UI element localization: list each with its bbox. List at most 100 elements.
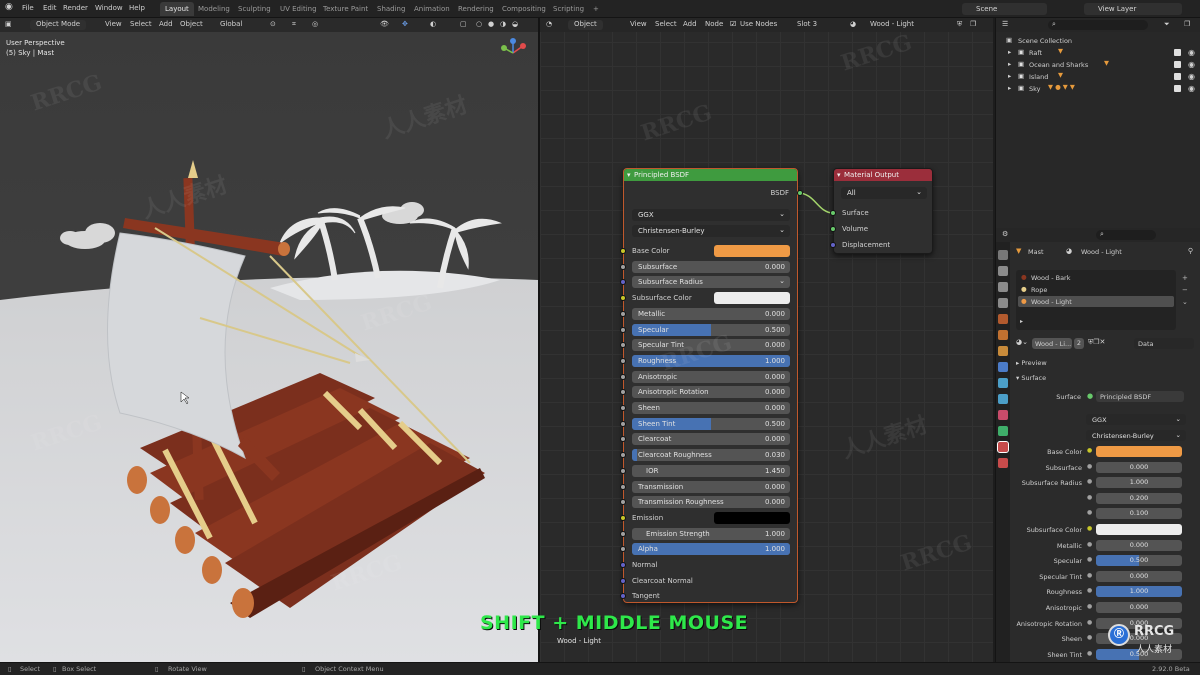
snap-icon[interactable]: ⌗: [292, 20, 296, 30]
proportional-edit-icon[interactable]: ◎: [312, 20, 318, 30]
input-socket[interactable]: [620, 452, 626, 459]
expand-arrow-icon[interactable]: ▸: [1020, 318, 1023, 325]
input-socket[interactable]: [620, 279, 626, 286]
menu-window[interactable]: Window: [95, 4, 123, 12]
tab-uv-editing[interactable]: UV Editing: [275, 2, 322, 16]
editor-type-icon[interactable]: ▣: [5, 20, 12, 30]
value-slider[interactable]: Alpha 1.000: [632, 543, 790, 556]
value-slider[interactable]: Transmission Roughness 0.000: [632, 496, 790, 509]
exclude-checkbox[interactable]: [1174, 85, 1181, 92]
add-workspace-button[interactable]: +: [588, 2, 604, 16]
viewport-menu-select[interactable]: Select: [130, 20, 152, 30]
subsurface-method-dropdown[interactable]: Christensen-Burley ⌄: [632, 225, 790, 237]
material-slot-active[interactable]: ● Wood - Light: [1018, 296, 1174, 307]
pin-icon[interactable]: ⚲: [1188, 247, 1193, 255]
value-slider[interactable]: 1.000: [1096, 586, 1182, 598]
material-slot[interactable]: ● Rope: [1018, 284, 1174, 295]
properties-type-icon[interactable]: ⚙: [1002, 230, 1008, 240]
expand-arrow-icon[interactable]: ▸: [1008, 60, 1011, 68]
input-socket[interactable]: [620, 593, 626, 600]
input-socket[interactable]: [620, 436, 626, 443]
material-sphere-icon[interactable]: ◕: [850, 20, 856, 30]
outliner-item[interactable]: ▸ ▣ Sky ▼ ● ▼ ▼ ◉: [996, 83, 1200, 95]
view-layer-selector[interactable]: View Layer: [1084, 3, 1182, 15]
input-socket[interactable]: [620, 295, 626, 302]
color-swatch[interactable]: [714, 511, 790, 524]
world-tab-icon[interactable]: [998, 330, 1008, 340]
blender-logo-icon[interactable]: ◉: [5, 2, 13, 12]
node-menu-add[interactable]: Add: [683, 20, 697, 30]
output-node-title[interactable]: ▾ Material Output: [834, 169, 932, 181]
properties-search-input[interactable]: ⌕: [1096, 230, 1156, 240]
physics-tab-icon[interactable]: [998, 394, 1008, 404]
object-tab-icon[interactable]: [998, 346, 1008, 356]
navigation-gizmo[interactable]: [498, 38, 528, 68]
menu-help[interactable]: Help: [129, 4, 145, 12]
shading-wire-icon[interactable]: ○: [476, 20, 482, 30]
outliner-item[interactable]: ▸ ▣ Raft ▼ ◉: [996, 47, 1200, 59]
value-slider[interactable]: Anisotropic 0.000: [632, 370, 790, 383]
overlays-icon[interactable]: ◐: [430, 20, 436, 30]
tab-compositing[interactable]: Compositing: [497, 2, 551, 16]
value-slider[interactable]: 0.100: [1096, 508, 1182, 520]
tab-shading[interactable]: Shading: [372, 2, 410, 16]
value-slider[interactable]: 1.000: [1096, 477, 1182, 489]
gizmo-icon[interactable]: ✥: [402, 20, 408, 30]
value-slider[interactable]: 0.500: [1096, 555, 1182, 567]
collapse-arrow-icon[interactable]: ▾: [837, 171, 841, 179]
outliner-type-icon[interactable]: ☰: [1002, 20, 1008, 30]
output-tab-icon[interactable]: [998, 282, 1008, 292]
copy-material-icon[interactable]: ❐: [970, 20, 976, 30]
particles-tab-icon[interactable]: [998, 378, 1008, 388]
exclude-checkbox[interactable]: [1174, 73, 1181, 80]
value-slider[interactable]: 0.200: [1096, 492, 1182, 504]
node-menu-select[interactable]: Select: [655, 20, 677, 30]
input-socket[interactable]: [620, 248, 626, 254]
value-slider[interactable]: Metallic 0.000: [632, 307, 790, 320]
user-count[interactable]: 2: [1074, 338, 1084, 349]
surface-input-socket[interactable]: [830, 210, 836, 216]
link-dropdown[interactable]: Data: [1134, 338, 1194, 349]
tab-texture-paint[interactable]: Texture Paint: [318, 2, 373, 16]
value-slider[interactable]: 0.000: [1096, 461, 1182, 473]
color-swatch[interactable]: [1096, 446, 1182, 457]
value-slider[interactable]: Subsurface 0.000: [632, 260, 790, 273]
shading-solid-icon[interactable]: ●: [488, 20, 494, 30]
outliner-search-input[interactable]: ⌕: [1048, 20, 1148, 30]
material-name-field[interactable]: Wood - Light: [870, 20, 914, 30]
expand-arrow-icon[interactable]: ▸: [1008, 48, 1011, 56]
tab-rendering[interactable]: Rendering: [453, 2, 499, 16]
new-collection-icon[interactable]: ❐: [1184, 20, 1190, 30]
input-socket[interactable]: [620, 405, 626, 411]
input-socket[interactable]: [620, 546, 626, 553]
material-name-field[interactable]: Wood - Li...: [1032, 338, 1072, 349]
bsdf-output-socket[interactable]: [797, 190, 803, 196]
menu-file[interactable]: File: [22, 4, 34, 12]
slot-dropdown[interactable]: Slot 3: [797, 20, 817, 30]
shader-type-dropdown[interactable]: Object: [568, 20, 603, 30]
input-socket[interactable]: [620, 499, 626, 506]
menu-render[interactable]: Render: [63, 4, 88, 12]
viewport-menu-object[interactable]: Object: [180, 20, 203, 30]
principled-bsdf-node[interactable]: ▾ Principled BSDF BSDF GGX ⌄ Christensen…: [620, 168, 803, 603]
surface-shader-field[interactable]: Principled BSDF: [1096, 391, 1184, 402]
input-socket[interactable]: [620, 514, 626, 521]
vector-dropdown[interactable]: Subsurface Radius ⌄: [632, 276, 790, 289]
input-socket[interactable]: [620, 389, 626, 396]
fake-user-icon[interactable]: ⛨❐✕: [1088, 338, 1105, 347]
tab-modeling[interactable]: Modeling: [193, 2, 235, 16]
input-socket[interactable]: [620, 420, 626, 427]
value-slider[interactable]: 0.000: [1096, 602, 1182, 613]
tool-tab-icon[interactable]: [998, 250, 1008, 260]
viewport-menu-add[interactable]: Add: [159, 20, 173, 30]
value-slider[interactable]: Clearcoat 0.000: [632, 433, 790, 446]
input-socket[interactable]: [620, 357, 626, 364]
menu-edit[interactable]: Edit: [43, 4, 57, 12]
xray-icon[interactable]: ▢: [460, 20, 467, 30]
material-tab-icon[interactable]: [997, 441, 1009, 453]
value-slider[interactable]: Sheen 0.000: [632, 402, 790, 414]
slot-buttons[interactable]: + − ⌄: [1182, 272, 1188, 308]
value-slider[interactable]: Anisotropic Rotation 0.000: [632, 386, 790, 399]
color-swatch[interactable]: [714, 245, 790, 257]
input-socket[interactable]: [620, 530, 626, 537]
